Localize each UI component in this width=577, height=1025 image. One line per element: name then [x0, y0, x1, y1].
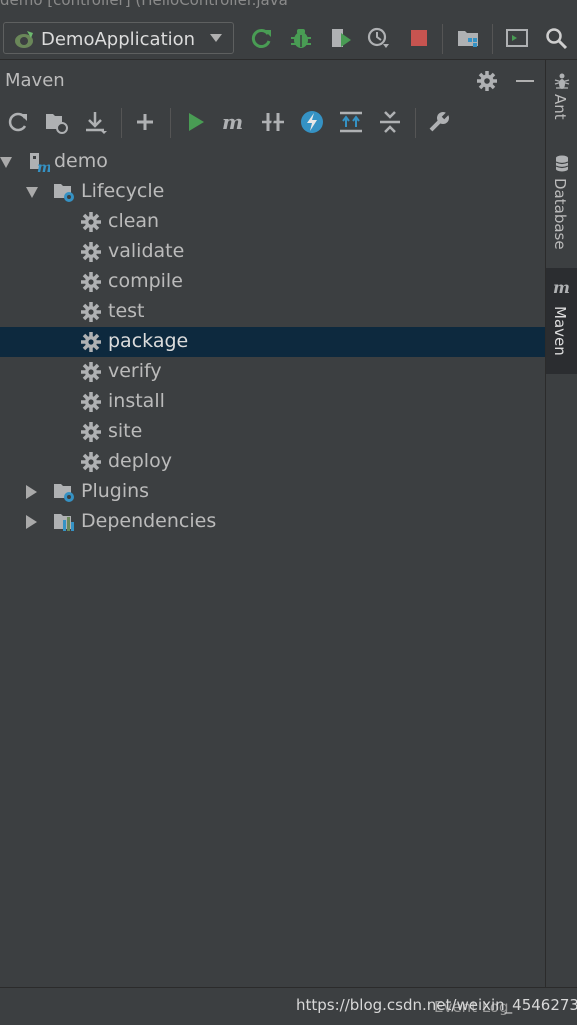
expand-arrow-icon[interactable]: [26, 515, 37, 529]
tree-node-label: Dependencies: [81, 510, 217, 532]
show-dependencies-icon[interactable]: [338, 109, 364, 135]
gear-icon: [81, 362, 101, 382]
toolbar-separator: [492, 24, 493, 54]
tree-node-label: test: [108, 300, 145, 322]
tree-node-project[interactable]: m demo: [0, 147, 545, 177]
watermark-text: https://blog.csdn.net/weixin_45462732: [296, 996, 577, 1014]
project-structure-icon[interactable]: [456, 26, 480, 50]
tree-node-label: validate: [108, 240, 185, 262]
side-tab-database[interactable]: Database: [546, 150, 577, 262]
svg-text:m: m: [37, 160, 50, 173]
expand-arrow-icon[interactable]: [0, 157, 12, 168]
tree-node-label: demo: [54, 150, 108, 172]
reload-icon[interactable]: [5, 109, 31, 135]
run-configuration-label: DemoApplication: [41, 29, 196, 50]
toggle-offline-icon[interactable]: [260, 109, 286, 135]
maven-icon: m: [553, 278, 570, 296]
expand-arrow-icon[interactable]: [26, 187, 38, 198]
stop-icon[interactable]: [407, 26, 431, 50]
gear-icon: [81, 392, 101, 412]
toolbar-separator: [442, 24, 443, 54]
plugins-folder-icon: [54, 484, 74, 502]
right-tool-window-strip: Ant Database m Maven: [545, 60, 577, 987]
ant-icon: [554, 73, 570, 89]
tree-node-label: compile: [108, 270, 183, 292]
tree-node-label: Lifecycle: [81, 180, 165, 202]
minimize-icon[interactable]: [516, 80, 534, 82]
tree-node-label: verify: [108, 360, 162, 382]
profile-icon[interactable]: [367, 26, 391, 50]
coverage-icon[interactable]: [329, 26, 353, 50]
gear-icon: [81, 302, 101, 322]
status-bar: Event Log https://blog.csdn.net/weixin_4…: [0, 987, 577, 1025]
side-tab-maven[interactable]: m Maven: [546, 268, 577, 374]
tree-node-plugins[interactable]: Plugins: [0, 477, 545, 507]
collapse-all-icon[interactable]: [377, 109, 403, 135]
dependencies-folder-icon: [54, 514, 74, 531]
side-tab-ant[interactable]: Ant: [546, 68, 577, 142]
gear-icon: [81, 422, 101, 442]
tree-node-goal-install[interactable]: install: [0, 387, 545, 417]
tree-node-goal-validate[interactable]: validate: [0, 237, 545, 267]
tree-node-lifecycle[interactable]: Lifecycle: [0, 177, 545, 207]
toolbar-separator: [170, 108, 171, 138]
panel-title: Maven: [5, 70, 65, 91]
toolbar-separator: [121, 108, 122, 138]
maven-toolbar: m: [0, 104, 545, 140]
database-icon: [555, 155, 569, 172]
generate-sources-icon[interactable]: [44, 109, 70, 135]
svg-text:m: m: [553, 278, 570, 296]
tree-node-label: clean: [108, 210, 160, 232]
gear-icon: [81, 242, 101, 262]
gear-icon: [81, 452, 101, 472]
run-icon[interactable]: [183, 109, 209, 135]
terminal-icon[interactable]: [505, 26, 529, 50]
tree-node-goal-package[interactable]: package: [0, 327, 545, 357]
settings-wrench-icon[interactable]: [426, 109, 452, 135]
tree-node-label: deploy: [108, 450, 172, 472]
maven-project-icon: m: [30, 153, 50, 173]
tree-node-goal-clean[interactable]: clean: [0, 207, 545, 237]
lifecycle-folder-icon: [54, 184, 74, 202]
add-icon[interactable]: [132, 109, 158, 135]
chevron-down-icon: [210, 34, 222, 42]
window-title: demo [controller] (HelloController.java: [0, 0, 577, 14]
side-tab-label: Ant: [551, 94, 569, 120]
gear-icon: [81, 212, 101, 232]
execute-goal-icon[interactable]: m: [221, 109, 247, 135]
download-icon[interactable]: [83, 109, 109, 135]
tree-node-label: site: [108, 420, 143, 442]
skip-tests-icon[interactable]: [299, 109, 325, 135]
tree-node-label: install: [108, 390, 165, 412]
side-tab-label: Database: [551, 178, 569, 250]
tree-node-goal-compile[interactable]: compile: [0, 267, 545, 297]
maven-panel-header: Maven: [0, 62, 545, 100]
rerun-icon[interactable]: [250, 26, 274, 50]
gear-icon[interactable]: [476, 70, 498, 92]
debug-icon[interactable]: [289, 26, 313, 50]
expand-arrow-icon[interactable]: [26, 485, 37, 499]
tree-node-label: package: [108, 330, 189, 352]
tree-node-goal-site[interactable]: site: [0, 417, 545, 447]
gear-icon: [81, 332, 101, 352]
tree-node-goal-test[interactable]: test: [0, 297, 545, 327]
tree-node-label: Plugins: [81, 480, 150, 502]
run-configuration-selector[interactable]: DemoApplication: [3, 22, 234, 54]
tree-node-goal-verify[interactable]: verify: [0, 357, 545, 387]
tree-node-dependencies[interactable]: Dependencies: [0, 507, 545, 537]
window-title-text: demo [controller] (HelloController.java: [0, 0, 288, 9]
spring-boot-icon: [15, 31, 33, 48]
main-toolbar: demo [controller] (HelloController.java …: [0, 0, 577, 60]
toolbar-separator: [415, 108, 416, 138]
tree-node-goal-deploy[interactable]: deploy: [0, 447, 545, 477]
search-icon[interactable]: [544, 26, 568, 50]
svg-text:m: m: [222, 110, 243, 134]
side-tab-label: Maven: [551, 306, 569, 356]
gear-icon: [81, 272, 101, 292]
